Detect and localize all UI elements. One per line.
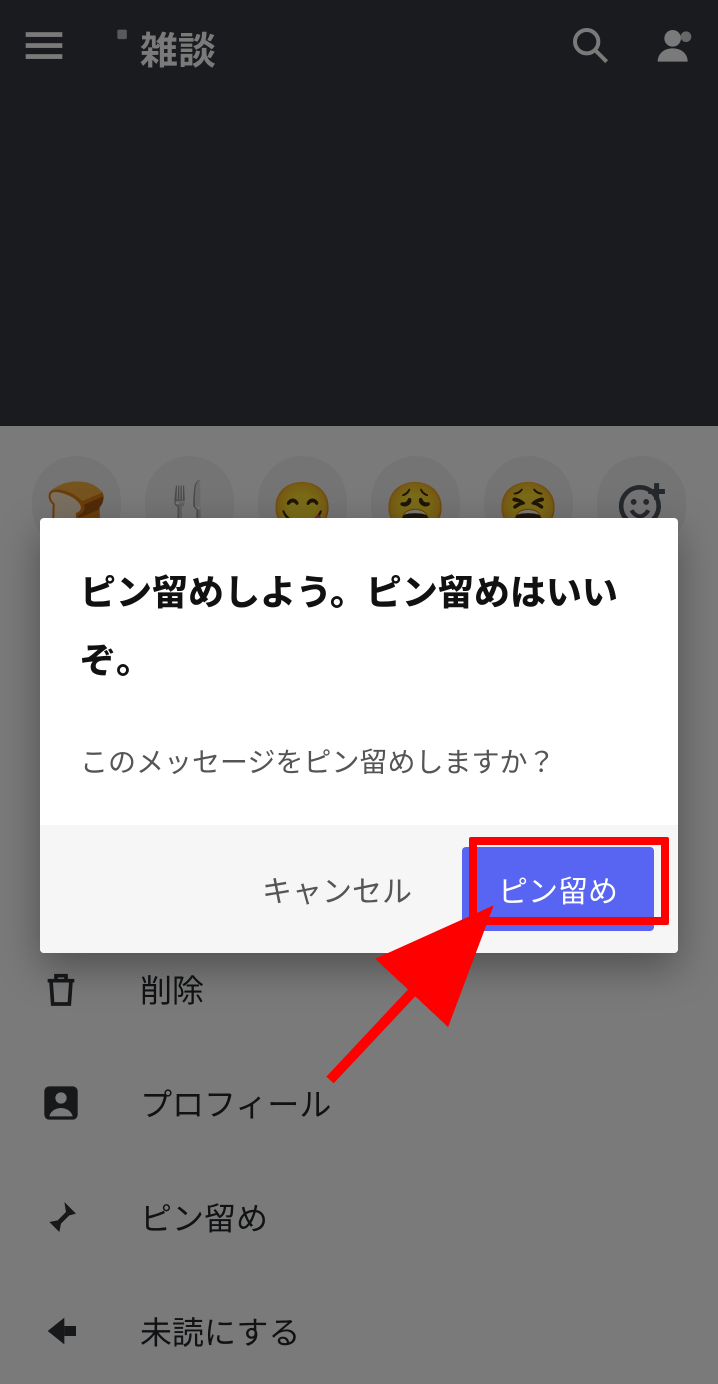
dialog-message: このメッセージをピン留めしますか？: [80, 741, 638, 781]
pin-confirm-dialog: ピン留めしよう。ピン留めはいいぞ。 このメッセージをピン留めしますか？ キャンセ…: [40, 518, 678, 953]
dialog-actions: キャンセル ピン留め: [40, 825, 678, 953]
cancel-button[interactable]: キャンセル: [240, 849, 434, 929]
dialog-title: ピン留めしよう。ピン留めはいいぞ。: [80, 556, 638, 693]
pin-confirm-button[interactable]: ピン留め: [462, 847, 654, 931]
